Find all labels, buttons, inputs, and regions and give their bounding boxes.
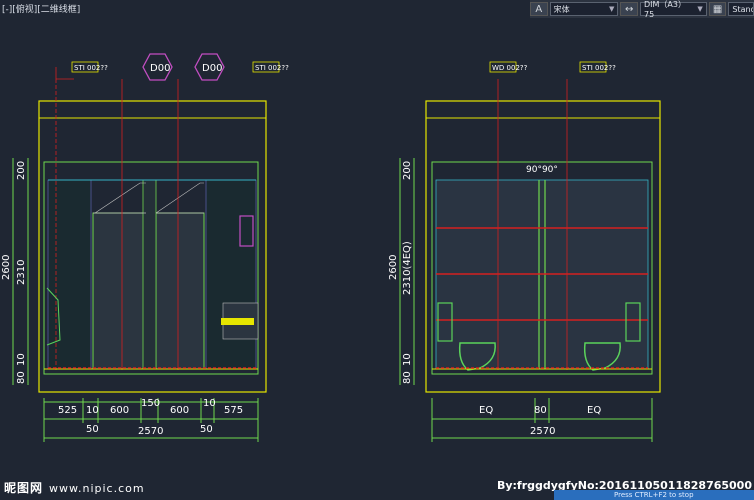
door-tag-text: D00	[202, 63, 222, 74]
dim-text: 2570	[530, 426, 555, 437]
door-tag-text: D00	[150, 63, 170, 74]
dim-text: 2310(4EQ)	[402, 241, 413, 295]
dim-style-select[interactable]: DIM（A3）75 ▼	[640, 0, 707, 19]
dim-text: 600	[110, 405, 129, 416]
tag-text: WD 002??	[492, 64, 528, 72]
tag-text: STI 002??	[255, 64, 289, 72]
dim-text: 575	[224, 405, 243, 416]
dim-text: EQ	[587, 405, 601, 416]
dimension-icon[interactable]: ↔	[620, 2, 638, 16]
viewport-label[interactable]: [-][俯视][二维线框]	[2, 2, 80, 15]
dim-text: 10	[402, 353, 413, 366]
watermark-site-name: 昵图网	[4, 481, 44, 495]
dim-text: EQ	[479, 405, 493, 416]
dim-text: 80	[402, 371, 413, 384]
dim-text: 525	[58, 405, 77, 416]
table-style-icon[interactable]: ▦	[708, 2, 727, 16]
text-style-icon[interactable]: A	[530, 2, 548, 16]
text-style-value: 宋体	[553, 4, 570, 14]
dim-text: 2600	[388, 255, 399, 280]
table-style-value: Standa	[732, 4, 753, 14]
table-style-select[interactable]: Standa	[728, 2, 754, 16]
right-elevation	[425, 79, 661, 393]
dim-text: 80	[16, 371, 27, 384]
drawing-canvas[interactable]: STI 002?? D00 D00 STI 002?? 525 10 600 1…	[0, 0, 754, 500]
chevron-down-icon: ▼	[608, 5, 615, 13]
dim-text: 2600	[1, 255, 12, 280]
chevron-down-icon: ▼	[697, 5, 703, 13]
left-elevation	[38, 67, 267, 393]
watermark-url: www.nipic.com	[49, 482, 145, 495]
watermark-site: 昵图网 www.nipic.com	[4, 479, 145, 496]
dim-text: 10	[86, 405, 99, 416]
dim-text: 10	[16, 353, 27, 366]
dim-text: 2570	[138, 426, 163, 437]
dim-text: 200	[402, 161, 413, 180]
dim-style-value: DIM（A3）75	[644, 0, 686, 19]
dim-text: 50	[200, 424, 213, 435]
tag-text: STI 002??	[74, 64, 108, 72]
dim-text: 2310	[16, 260, 27, 285]
dim-text: 200	[16, 161, 27, 180]
dim-text: 10	[203, 398, 216, 409]
dim-text: 50	[86, 424, 99, 435]
dim-text: 150	[141, 398, 160, 409]
angle-note: 90°90°	[526, 165, 558, 175]
status-hint: Press CTRL+F2 to stop	[554, 490, 754, 500]
tag-text: STI 002??	[582, 64, 616, 72]
dim-text: 600	[170, 405, 189, 416]
style-toolbar: A 宋体 ▼ ↔ DIM（A3）75 ▼ ▦ Standa	[530, 0, 754, 19]
left-tags: STI 002?? D00 D00 STI 002??	[71, 53, 289, 81]
dim-text: 80	[534, 405, 547, 416]
text-style-select[interactable]: 宋体 ▼	[549, 2, 619, 16]
